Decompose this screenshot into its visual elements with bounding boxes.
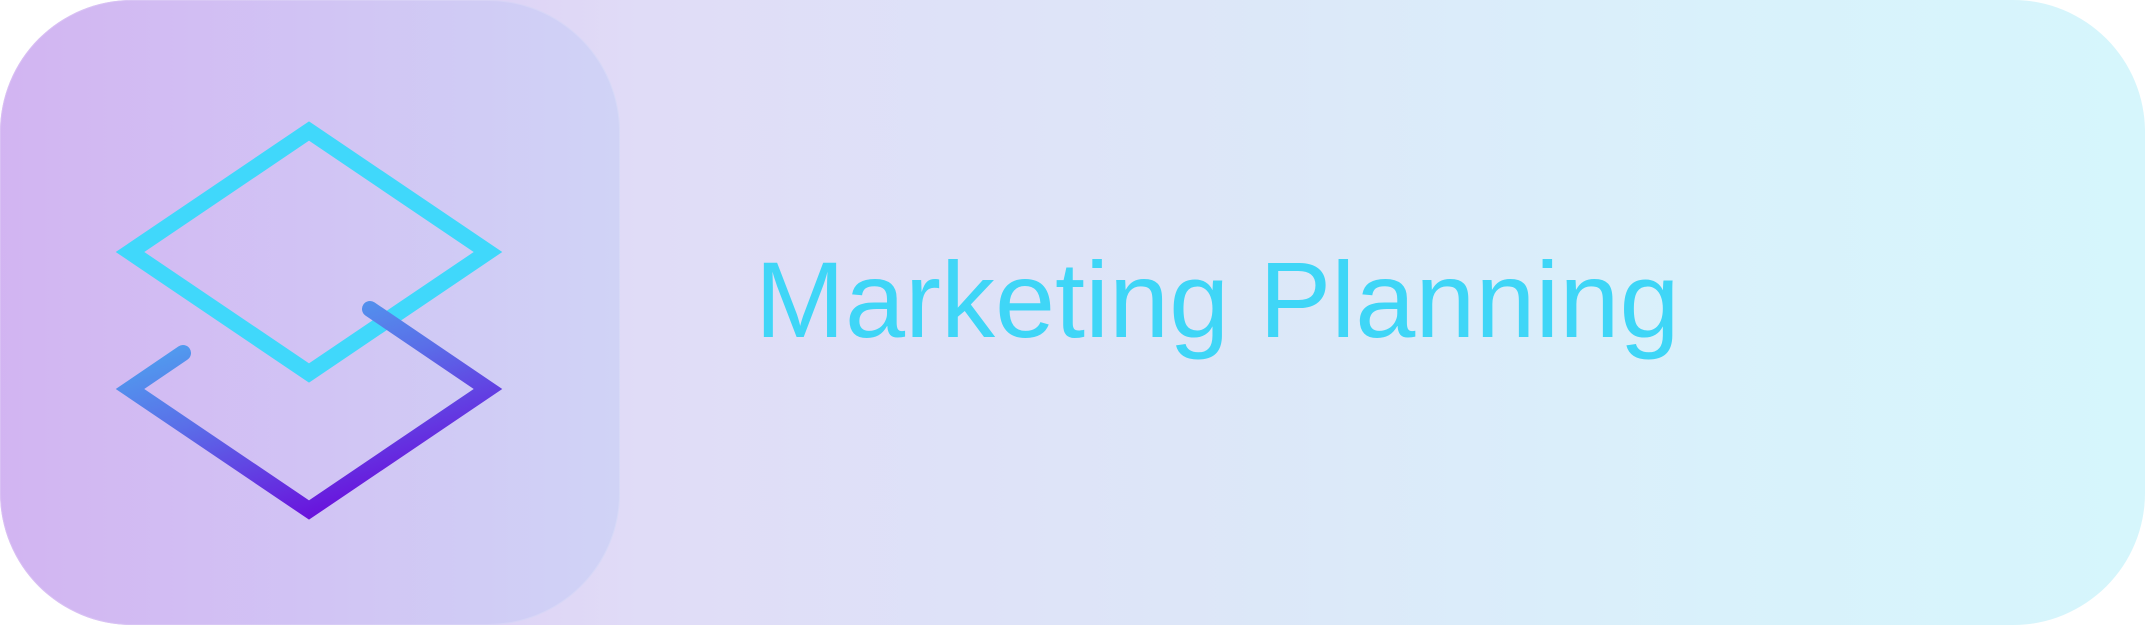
bottom-layer-shape <box>115 301 503 520</box>
icon-tile <box>0 0 620 625</box>
marketing-planning-button[interactable]: Marketing Planning <box>0 0 2145 625</box>
top-layer-shape <box>115 121 503 383</box>
layers-icon <box>115 121 503 520</box>
button-label: Marketing Planning <box>755 239 1680 360</box>
